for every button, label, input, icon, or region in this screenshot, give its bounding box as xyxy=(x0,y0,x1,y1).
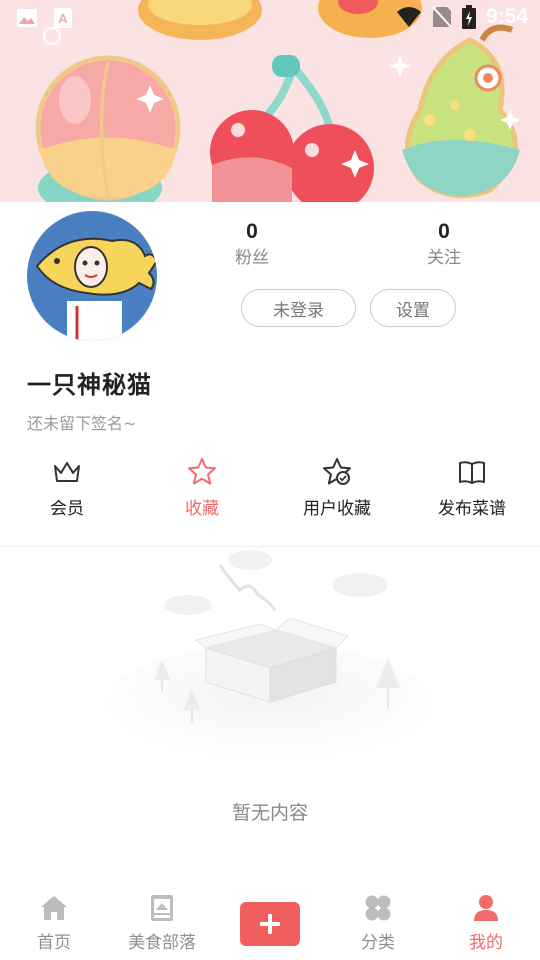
action-user-favorites[interactable]: 用户收藏 xyxy=(272,456,402,519)
peach-icon xyxy=(35,55,181,202)
empty-state-text: 暂无内容 xyxy=(231,802,308,824)
tab-label: 首页 xyxy=(37,933,71,953)
pear-icon xyxy=(402,24,520,199)
svg-text:A: A xyxy=(58,11,68,26)
bottom-tab-bar: 首页 美食部落 分类 我的 xyxy=(0,882,540,960)
avatar[interactable] xyxy=(27,211,157,341)
battery-charging-icon xyxy=(461,5,476,29)
following-stat[interactable]: 0 关注 xyxy=(394,220,494,269)
action-label: 收藏 xyxy=(185,499,219,519)
no-sim-icon xyxy=(432,6,452,28)
settings-button[interactable]: 设置 xyxy=(370,289,456,327)
tab-food-tribe[interactable]: 美食部落 xyxy=(108,892,216,953)
tab-label: 我的 xyxy=(469,933,503,953)
add-recipe-button[interactable] xyxy=(240,902,300,946)
action-label: 会员 xyxy=(50,499,84,519)
book-icon xyxy=(459,461,485,484)
wifi-icon xyxy=(396,7,421,27)
status-time: 9:54 xyxy=(485,5,528,28)
action-label: 用户收藏 xyxy=(303,499,371,519)
tab-label: 美食部落 xyxy=(128,933,196,953)
action-publish-recipe[interactable]: 发布菜谱 xyxy=(407,456,537,519)
person-icon xyxy=(474,895,498,921)
status-bar: A 9:54 xyxy=(0,0,540,45)
fans-stat[interactable]: 0 粉丝 xyxy=(202,220,302,269)
tab-home[interactable]: 首页 xyxy=(0,892,108,953)
username: 一只神秘猫 xyxy=(27,371,152,399)
fans-label: 粉丝 xyxy=(235,248,269,268)
empty-box-illustration xyxy=(105,550,435,760)
login-button[interactable]: 未登录 xyxy=(241,289,356,327)
circle-icon xyxy=(43,27,61,45)
signature[interactable]: 还未留下签名~ xyxy=(27,410,136,434)
home-icon xyxy=(41,896,67,920)
tab-category[interactable]: 分类 xyxy=(324,892,432,953)
crown-icon xyxy=(54,462,80,482)
action-label: 发布菜谱 xyxy=(438,499,506,519)
image-icon xyxy=(17,9,37,27)
taiyaki-avatar xyxy=(35,237,157,341)
cherries-icon xyxy=(210,55,374,202)
following-label: 关注 xyxy=(427,248,461,268)
star-icon xyxy=(188,458,216,485)
following-count: 0 xyxy=(438,220,450,243)
action-member[interactable]: 会员 xyxy=(2,456,132,519)
fans-count: 0 xyxy=(246,220,258,243)
action-favorites[interactable]: 收藏 xyxy=(137,456,267,519)
tab-mine[interactable]: 我的 xyxy=(432,892,540,953)
tribe-icon xyxy=(151,895,173,921)
tab-label: 分类 xyxy=(361,933,395,953)
star-check-icon xyxy=(323,458,351,485)
plus-icon xyxy=(260,914,280,934)
category-icon xyxy=(365,895,391,921)
